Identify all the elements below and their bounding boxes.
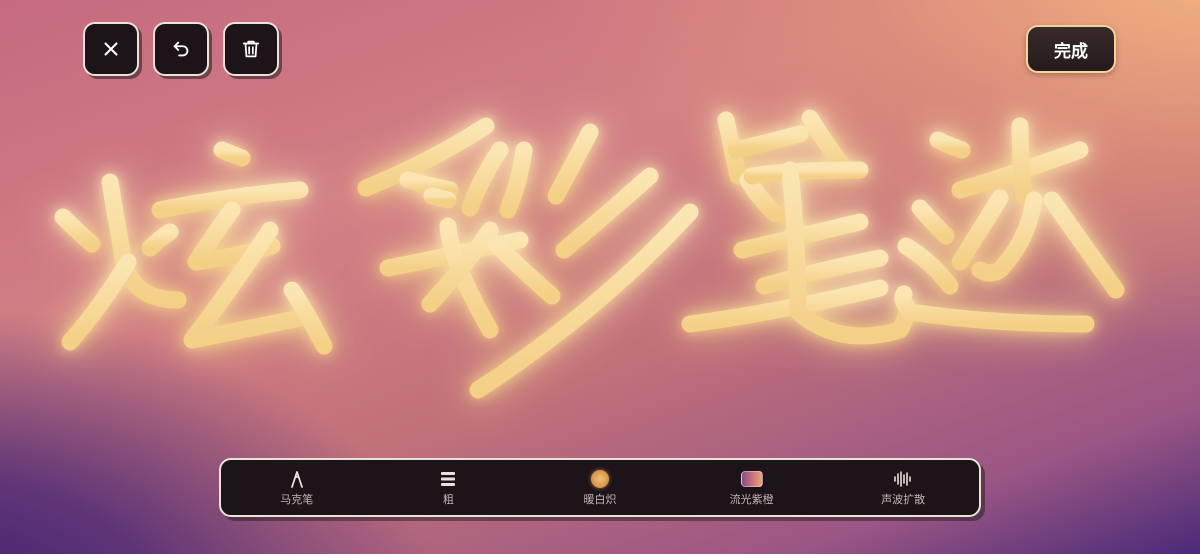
close-button[interactable] [83, 22, 139, 76]
tool-label: 声波扩散 [881, 492, 926, 506]
stroke-char-4 [894, 117, 1125, 333]
undo-icon [173, 41, 189, 57]
sound-wave-icon [894, 470, 911, 487]
stroke-char-3 [681, 109, 917, 345]
close-icon [104, 42, 118, 56]
tool-effect[interactable]: 声波扩散 [827, 460, 979, 515]
tool-gradient[interactable]: 流光紫橙 [676, 460, 828, 515]
tool-color[interactable]: 暖白炽 [524, 460, 676, 515]
undo-button[interactable] [153, 22, 209, 76]
stroke-width-icon [441, 471, 456, 486]
tool-label: 粗 [442, 492, 454, 506]
stroke-char-1 [54, 141, 333, 355]
tool-label: 流光紫橙 [729, 492, 774, 506]
tool-stroke-width[interactable]: 粗 [373, 460, 525, 515]
gradient-swatch-icon [740, 470, 763, 487]
tool-label: 暖白炽 [583, 492, 617, 506]
delete-button[interactable] [223, 22, 279, 76]
tool-label: 马克笔 [280, 492, 314, 506]
marker-pen-icon [290, 470, 303, 488]
trash-icon [242, 40, 260, 58]
tool-brush-type[interactable]: 马克笔 [221, 460, 373, 515]
color-swatch-icon [590, 469, 609, 488]
handwritten-strokes [54, 109, 1125, 399]
brush-toolbar: 马克笔 粗 暖白炽 流光紫橙 声波扩散 [219, 458, 981, 517]
done-button[interactable]: 完成 [1026, 25, 1116, 73]
stroke-char-2 [357, 117, 699, 399]
